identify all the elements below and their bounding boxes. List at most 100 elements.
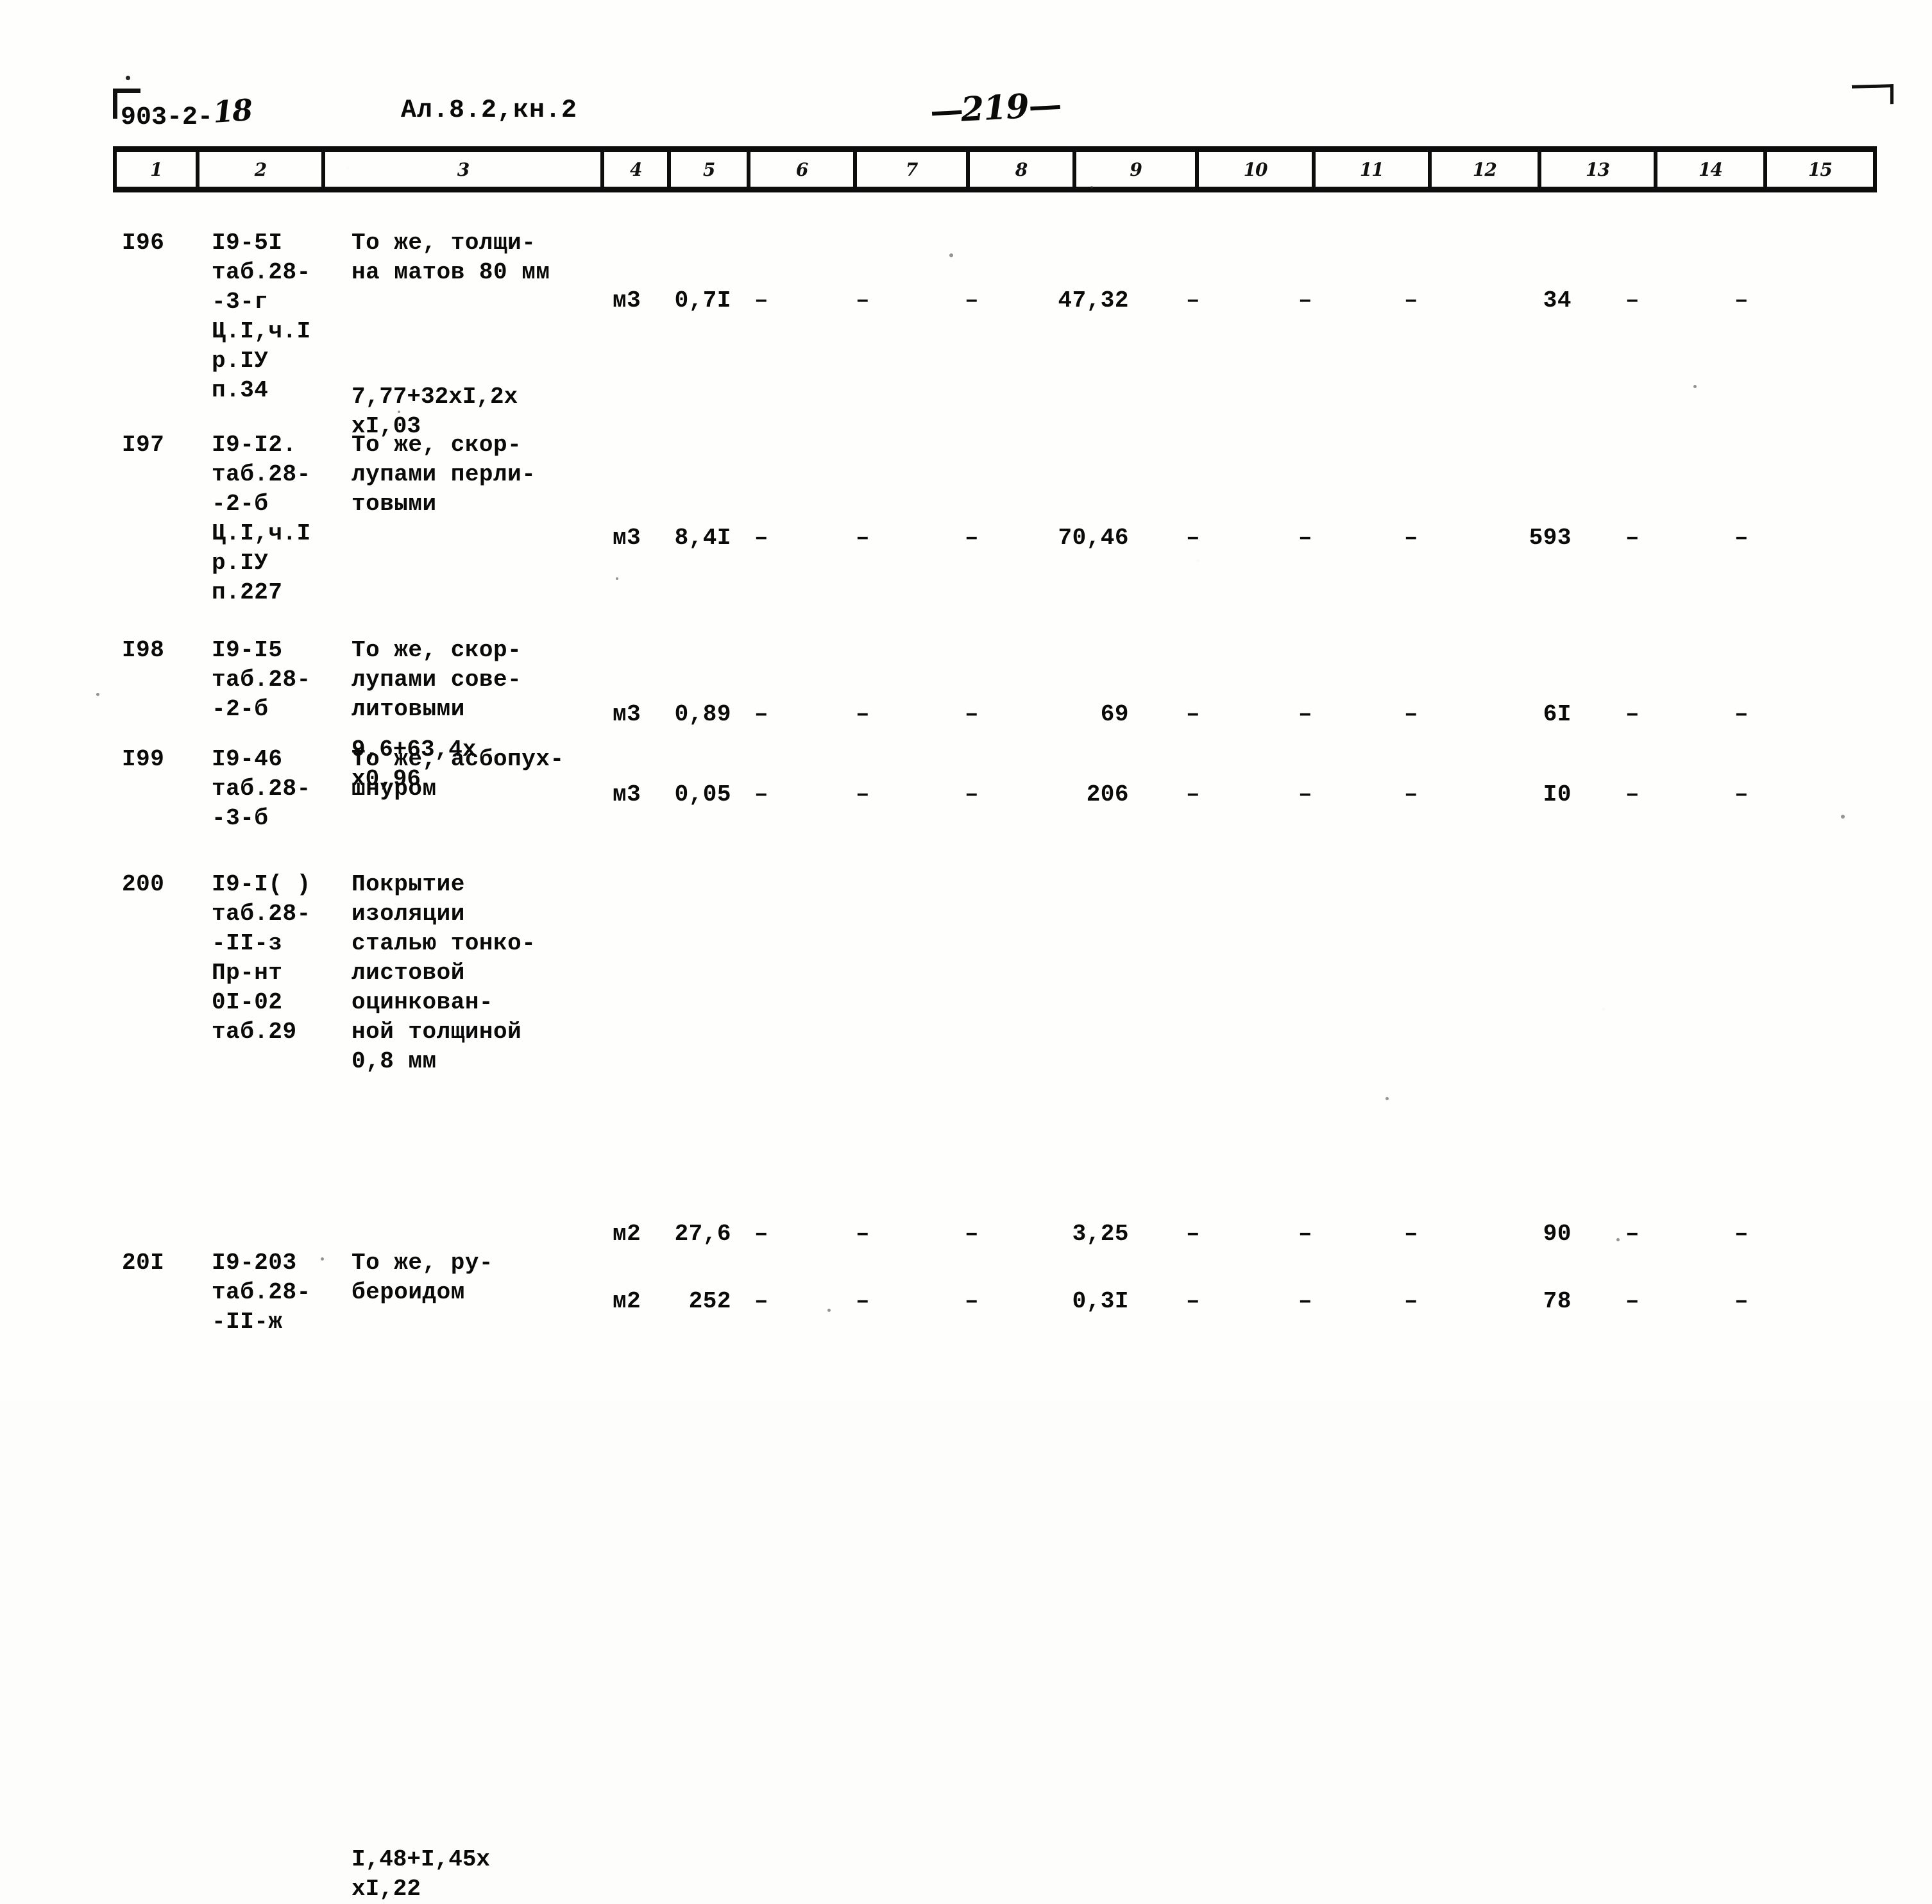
- row-description: То же, толщи-на матов 80 мм: [352, 228, 634, 287]
- row-value-col-8: –: [964, 287, 979, 314]
- row-value-col-11: –: [1298, 701, 1313, 727]
- row-value-col-6: –: [754, 1221, 769, 1247]
- norm-code-line: I9-46: [212, 746, 283, 772]
- row-value-col-10: –: [1185, 1221, 1201, 1247]
- row-value-col-7: –: [855, 1288, 870, 1314]
- row-value-col-6: –: [754, 781, 769, 808]
- column-number-4: 4: [604, 152, 672, 187]
- norm-code-line: п.34: [212, 377, 269, 404]
- row-value-col-11: –: [1298, 781, 1313, 808]
- scanned-page: 903-2-18 Ал.8.2,кн.2 —219— 1 2 3 4 5 6 7 8 9 10 11…: [0, 0, 1932, 1902]
- row-value-col-15: –: [1734, 287, 1749, 314]
- row-value-col-15: –: [1734, 1288, 1749, 1314]
- row-value-col-7: –: [855, 1221, 870, 1247]
- table-body: I96 I9-5I таб.28- -3-г Ц.I,ч.I р.IУ п.34 То же,…: [0, 203, 1932, 1902]
- norm-code-line: р.IУ: [212, 550, 269, 576]
- corner-crop-mark-right: [1852, 84, 1894, 105]
- column-number-10: 10: [1199, 152, 1316, 187]
- row-value-col-8: –: [964, 525, 979, 551]
- column-number-2: 2: [199, 152, 326, 187]
- row-position-number: I99: [122, 746, 165, 772]
- norm-code-line: -II-ж: [212, 1309, 283, 1335]
- column-number-11: 11: [1316, 152, 1432, 187]
- norm-code-line: -2-б: [212, 696, 269, 722]
- formula-line: I,48+I,45х: [352, 1846, 491, 1873]
- row-value-col-6: –: [754, 1288, 769, 1314]
- document-code-printed: 903-2-: [121, 103, 214, 132]
- row-value-col-12: –: [1403, 525, 1419, 551]
- norm-code-line: таб.28-: [212, 1279, 311, 1305]
- row-position-number: 20I: [122, 1250, 165, 1276]
- description-line: ной толщиной: [352, 1019, 522, 1045]
- column-number-8: 8: [970, 152, 1076, 187]
- page-number-dash-left: —: [929, 90, 962, 132]
- description-line: 0,8 мм: [352, 1048, 437, 1075]
- formula-line: хI,22: [352, 1876, 421, 1902]
- row-value-col-7: –: [855, 287, 870, 314]
- row-value-col-12: –: [1403, 287, 1419, 314]
- row-description: То же, скор-лупами сове-литовыми: [352, 636, 634, 724]
- row-norm-code: I9-203 таб.28- -II-ж: [212, 1248, 372, 1337]
- row-value-col-15: –: [1734, 1221, 1749, 1247]
- column-number-14: 14: [1657, 152, 1767, 187]
- row-value-col-7: –: [855, 701, 870, 727]
- description-line: бероидом: [352, 1279, 465, 1305]
- row-value-col-10: –: [1185, 525, 1201, 551]
- description-line: То же, асбопух-: [352, 746, 564, 772]
- row-value-col-12: –: [1403, 1288, 1419, 1314]
- description-line: листовой: [352, 960, 465, 986]
- row-description: То же, скор-лупами перли-товыми: [352, 430, 634, 519]
- norm-code-line: таб.28-: [212, 776, 311, 802]
- column-number-header: 1 2 3 4 5 6 7 8 9 10 11 12 13 14 15: [113, 146, 1877, 192]
- page-number-value: 219: [960, 87, 1030, 130]
- norm-code-line: Ц.I,ч.I: [212, 318, 311, 344]
- norm-code-line: р.IУ: [212, 348, 269, 374]
- row-value-col-8: –: [964, 701, 979, 727]
- row-value-col-9: 47,32: [1058, 287, 1129, 314]
- description-line: То же, скор-: [352, 637, 522, 663]
- row-value-col-14: –: [1625, 701, 1640, 727]
- description-line: шнуром: [352, 776, 437, 802]
- row-norm-code: I9-I( ) таб.28- -II-з Пр-нт 0I-02 таб.29: [212, 870, 372, 1047]
- row-value-col-15: –: [1734, 781, 1749, 808]
- document-code: 903-2-18: [121, 92, 253, 132]
- formula-line: 7,77+32хI,2х: [352, 384, 518, 410]
- row-description: То же, ру-бероидом: [352, 1248, 634, 1307]
- row-norm-code: I9-5I таб.28- -3-г Ц.I,ч.I р.IУ п.34: [212, 228, 372, 405]
- row-value-col-10: –: [1185, 781, 1201, 808]
- row-description: То же, асбопух-шнуром: [352, 745, 634, 804]
- description-line: изоляции: [352, 901, 465, 927]
- norm-code-line: I9-203: [212, 1250, 297, 1276]
- norm-code-line: -3-г: [212, 289, 269, 315]
- document-code-handwritten: 18: [212, 92, 253, 130]
- row-value-col-14: –: [1625, 781, 1640, 808]
- row-value-col-7: –: [855, 525, 870, 551]
- row-value-col-11: –: [1298, 1288, 1313, 1314]
- column-number-1: 1: [113, 152, 199, 187]
- column-number-13: 13: [1541, 152, 1658, 187]
- row-value-col-11: –: [1298, 1221, 1313, 1247]
- row-value-col-8: –: [964, 1221, 979, 1247]
- row-position-number: I97: [122, 432, 165, 458]
- norm-code-line: таб.28-: [212, 667, 311, 693]
- norm-code-line: Ц.I,ч.I: [212, 520, 311, 547]
- row-value-col-13: 78: [1543, 1288, 1572, 1314]
- description-line: оцинкован-: [352, 989, 494, 1016]
- norm-code-line: таб.29: [212, 1019, 297, 1045]
- row-position-number: 200: [122, 871, 165, 897]
- column-number-3: 3: [325, 152, 605, 187]
- norm-code-line: п.227: [212, 579, 283, 606]
- norm-code-line: -2-б: [212, 491, 269, 517]
- row-value-col-9: 3,25: [1072, 1221, 1129, 1247]
- row-value-col-11: –: [1298, 287, 1313, 314]
- description-line: То же, ру-: [352, 1250, 494, 1276]
- row-position-number: I96: [122, 230, 165, 256]
- column-number-15: 15: [1767, 152, 1877, 187]
- row-value-col-10: –: [1185, 701, 1201, 727]
- description-line: на матов 80 мм: [352, 259, 550, 285]
- description-line: То же, скор-: [352, 432, 522, 458]
- row-value-col-6: –: [754, 701, 769, 727]
- norm-code-line: I9-I5: [212, 637, 283, 663]
- row-value-col-13: 34: [1543, 287, 1572, 314]
- norm-code-line: I9-5I: [212, 230, 283, 256]
